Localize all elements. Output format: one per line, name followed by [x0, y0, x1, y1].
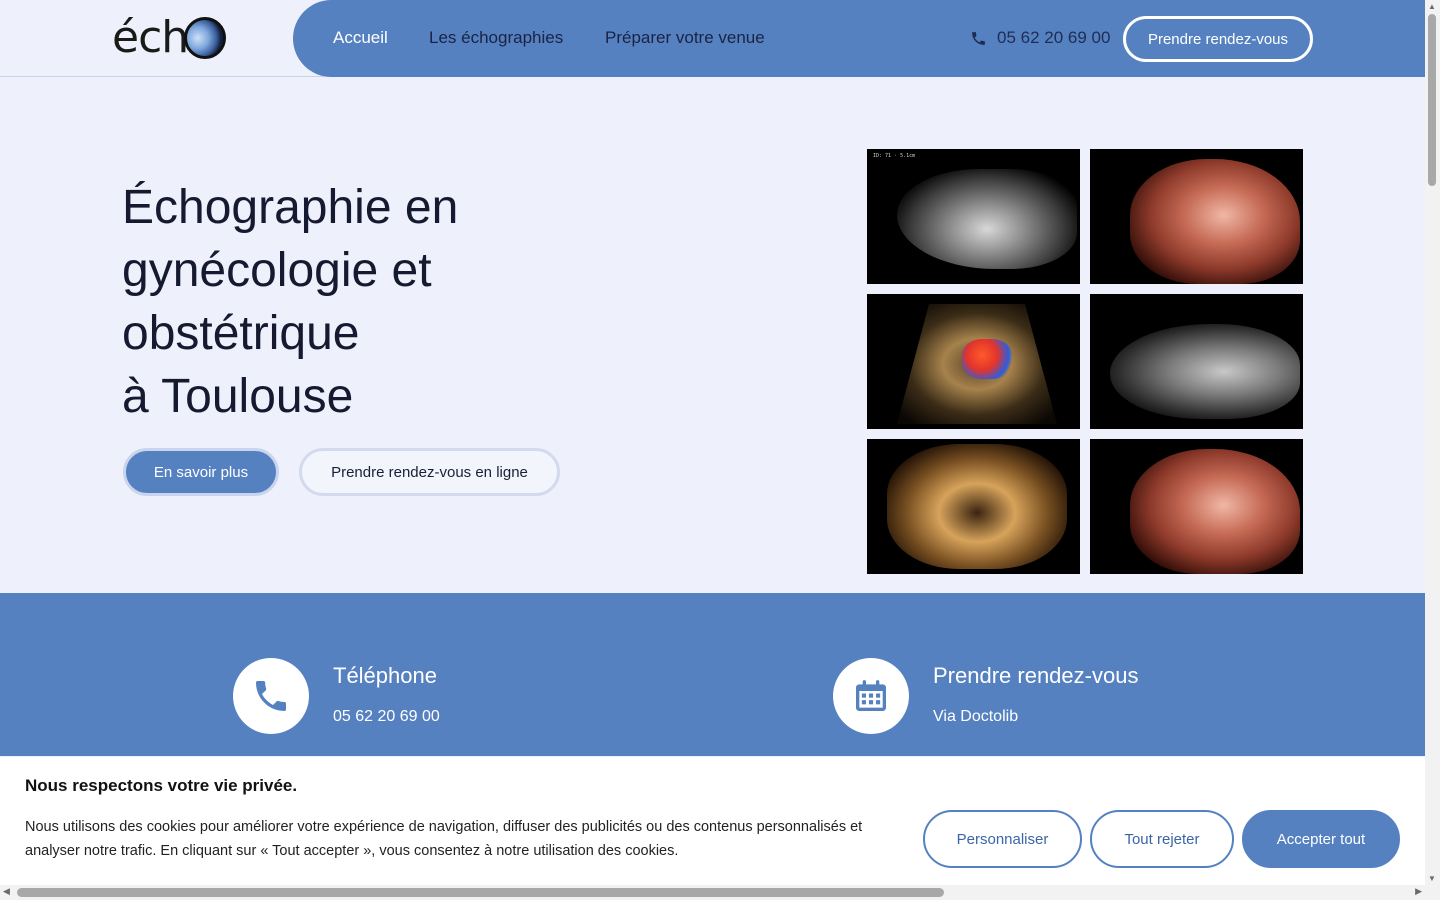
phone-number-link[interactable]: 05 62 20 69 00: [333, 708, 440, 726]
cookie-title: Nous respectons votre vie privée.: [25, 776, 298, 795]
doctolib-link[interactable]: Via Doctolib: [933, 708, 1018, 726]
hero-title: Échographie en gynécologie et obstétriqu…: [122, 176, 682, 428]
nav-link-accueil[interactable]: Accueil: [333, 28, 388, 48]
ultrasound-image-grey-profile: ID: 71 · 5.1cm: [867, 149, 1080, 284]
nav-link-echographies[interactable]: Les échographies: [429, 28, 563, 48]
header-phone-number: 05 62 20 69 00: [997, 28, 1111, 47]
phone-circle-icon[interactable]: [233, 658, 309, 734]
ultrasound-image-3d-uterus: [867, 439, 1080, 574]
hero-title-line-1: Échographie en: [122, 181, 459, 234]
hero-title-line-3: obstétrique: [122, 307, 360, 360]
ultrasound-gallery: ID: 71 · 5.1cm: [867, 149, 1303, 574]
logo-text: éch: [112, 12, 189, 63]
logo-disc-icon: [184, 17, 227, 59]
cookie-banner: Nous respectons votre vie privée. Nous u…: [0, 757, 1425, 885]
phone-title: Téléphone: [333, 663, 437, 688]
header-phone-link[interactable]: 05 62 20 69 00: [970, 28, 1110, 48]
site-header: éch Accueil Les échographies Préparer vo…: [0, 0, 1425, 77]
contact-band: Téléphone 05 62 20 69 00 Prendre rendez-…: [0, 593, 1425, 756]
scrollbar-corner: [1425, 885, 1440, 900]
learn-more-button[interactable]: En savoir plus: [123, 448, 279, 496]
nav-link-preparer-venue[interactable]: Préparer votre venue: [605, 28, 765, 48]
hero-title-line-2: gynécologie et: [122, 244, 432, 297]
cookie-text: Nous utilisons des cookies pour améliore…: [25, 819, 863, 859]
scroll-down-arrow-icon[interactable]: ▼: [1428, 874, 1436, 883]
horizontal-scroll-thumb[interactable]: [17, 888, 944, 897]
hero-title-line-4: à Toulouse: [122, 370, 354, 423]
ultrasound-image-3d-face-close: [1090, 439, 1303, 574]
phone-icon: [972, 31, 985, 45]
scroll-left-arrow-icon[interactable]: ◀: [3, 886, 10, 897]
cookie-accept-button[interactable]: Accepter tout: [1242, 810, 1400, 868]
rdv-title: Prendre rendez-vous: [933, 663, 1139, 688]
calendar-icon: [856, 680, 886, 711]
ultrasound-image-grey-fetus: [1090, 294, 1303, 429]
header-rdv-button[interactable]: Prendre rendez-vous: [1123, 16, 1313, 62]
phone-icon: [256, 681, 286, 711]
main-nav: Accueil Les échographies Préparer votre …: [293, 0, 1425, 77]
ultrasound-image-3d-face: [1090, 149, 1303, 284]
scroll-right-arrow-icon[interactable]: ▶: [1415, 886, 1422, 897]
book-online-button[interactable]: Prendre rendez-vous en ligne: [299, 448, 560, 496]
cookie-customize-button[interactable]: Personnaliser: [923, 810, 1082, 868]
scroll-up-arrow-icon[interactable]: ▲: [1428, 2, 1436, 11]
horizontal-scrollbar[interactable]: ◀ ▶: [0, 885, 1425, 900]
ultrasound-image-doppler-heart: [867, 294, 1080, 429]
calendar-circle-icon[interactable]: [833, 658, 909, 734]
vertical-scrollbar[interactable]: ▲ ▼: [1425, 0, 1440, 885]
cookie-reject-button[interactable]: Tout rejeter: [1090, 810, 1234, 868]
vertical-scroll-thumb[interactable]: [1428, 14, 1436, 186]
site-logo[interactable]: éch: [112, 12, 227, 64]
